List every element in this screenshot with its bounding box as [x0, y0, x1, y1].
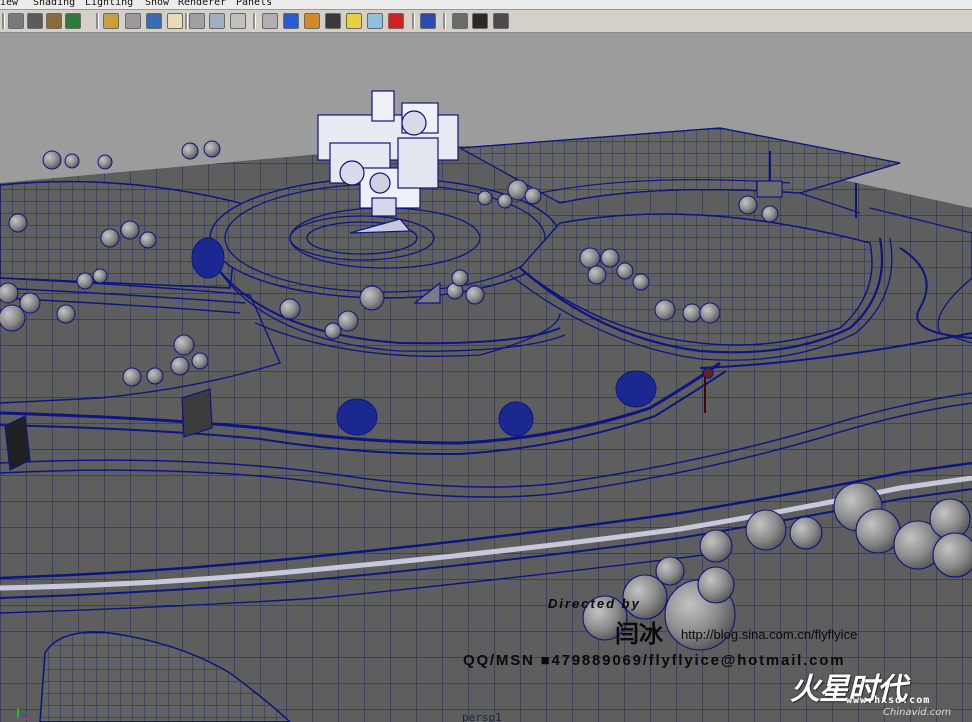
textured-icon[interactable]: [304, 13, 320, 29]
field-chart-icon[interactable]: [209, 13, 225, 29]
toolbar-separator: [185, 13, 188, 29]
menu-show[interactable]: Show: [145, 0, 169, 8]
menu-renderer[interactable]: Renderer: [178, 0, 226, 8]
use-all-lights-icon[interactable]: [325, 13, 341, 29]
credit-author-name: 闫冰: [615, 621, 663, 648]
panel-toolbar: [0, 10, 972, 33]
xray-icon[interactable]: [452, 13, 468, 29]
toolbar-separator: [412, 13, 415, 29]
backface-icon[interactable]: [472, 13, 488, 29]
credit-blog-url: http://blog.sina.com.cn/flyflyice: [681, 627, 858, 642]
isolate-select-icon[interactable]: [420, 13, 436, 29]
shadows-icon[interactable]: [367, 13, 383, 29]
safe-title-icon[interactable]: [230, 13, 246, 29]
grid-icon[interactable]: [125, 13, 141, 29]
panel-menu-bar: View Shading Lighting Show Renderer Pane…: [0, 0, 972, 10]
camera-name-label: persp1: [462, 711, 502, 722]
toolbar-separator: [2, 13, 5, 29]
wireframe-scene: [0, 33, 972, 722]
toolbar-separator: [253, 13, 256, 29]
watermark-site: Chinavid.com: [883, 707, 952, 718]
smooth-shade-icon[interactable]: [283, 13, 299, 29]
image-plane-icon[interactable]: [65, 13, 81, 29]
high-quality-icon[interactable]: [388, 13, 404, 29]
toolbar-separator: [443, 13, 446, 29]
camera-attributes-icon[interactable]: [27, 13, 43, 29]
credit-directed-by: Directed by: [548, 596, 641, 611]
menu-panels[interactable]: Panels: [236, 0, 272, 8]
toggle-display-icon[interactable]: [493, 13, 509, 29]
2d-pan-zoom-icon[interactable]: [103, 13, 119, 29]
bookmarks-icon[interactable]: [46, 13, 62, 29]
watermark-url: www.hxsd.com: [846, 695, 931, 706]
perspective-viewport[interactable]: persp1: [0, 33, 972, 722]
credit-contact-line: QQ/MSN ■479889069/flyflyice@hotmail.com: [463, 652, 846, 669]
axis-indicator-icon: [17, 708, 30, 720]
toolbar-separator: [96, 13, 99, 29]
resolution-gate-icon[interactable]: [167, 13, 183, 29]
menu-lighting[interactable]: Lighting: [85, 0, 133, 8]
menu-view[interactable]: View: [0, 0, 18, 8]
film-gate-icon[interactable]: [146, 13, 162, 29]
gate-mask-icon[interactable]: [189, 13, 205, 29]
select-camera-icon[interactable]: [8, 13, 24, 29]
default-light-icon[interactable]: [346, 13, 362, 29]
wireframe-icon[interactable]: [262, 13, 278, 29]
menu-shading[interactable]: Shading: [33, 0, 75, 8]
